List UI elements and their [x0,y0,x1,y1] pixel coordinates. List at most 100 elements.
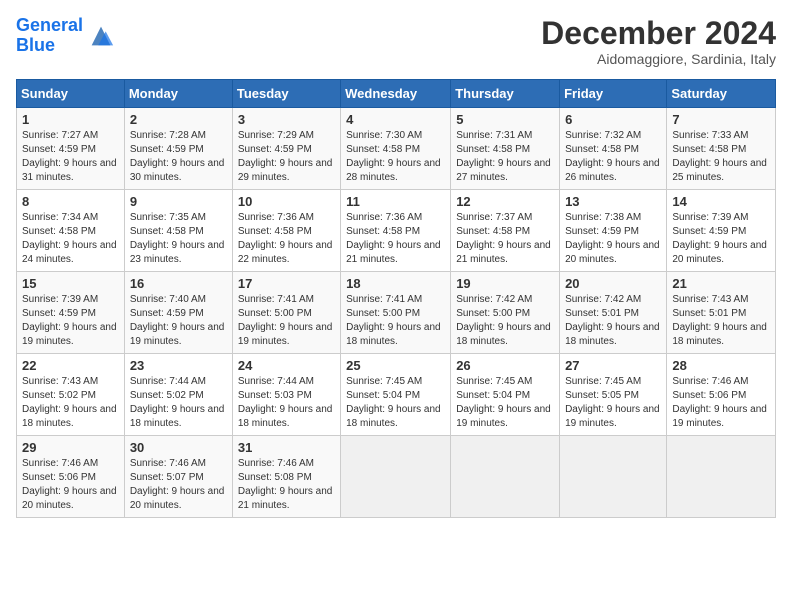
day-number: 24 [238,358,335,373]
logo-text: GeneralBlue [16,16,83,56]
day-detail: Sunrise: 7:31 AMSunset: 4:58 PMDaylight:… [456,130,551,183]
header-thursday: Thursday [451,80,560,108]
calendar-cell: 9 Sunrise: 7:35 AMSunset: 4:58 PMDayligh… [124,190,232,272]
day-number: 8 [22,194,119,209]
day-detail: Sunrise: 7:36 AMSunset: 4:58 PMDaylight:… [346,212,441,265]
day-number: 3 [238,112,335,127]
calendar-cell: 27 Sunrise: 7:45 AMSunset: 5:05 PMDaylig… [560,354,667,436]
day-detail: Sunrise: 7:45 AMSunset: 5:05 PMDaylight:… [565,376,660,429]
day-number: 17 [238,276,335,291]
day-number: 25 [346,358,445,373]
logo-icon [87,22,115,50]
day-number: 7 [672,112,770,127]
day-number: 19 [456,276,554,291]
calendar-cell [341,436,451,518]
day-detail: Sunrise: 7:43 AMSunset: 5:01 PMDaylight:… [672,294,767,347]
calendar-cell: 14 Sunrise: 7:39 AMSunset: 4:59 PMDaylig… [667,190,776,272]
header-saturday: Saturday [667,80,776,108]
day-number: 5 [456,112,554,127]
day-detail: Sunrise: 7:40 AMSunset: 4:59 PMDaylight:… [130,294,225,347]
day-detail: Sunrise: 7:36 AMSunset: 4:58 PMDaylight:… [238,212,333,265]
day-number: 30 [130,440,227,455]
calendar-cell: 21 Sunrise: 7:43 AMSunset: 5:01 PMDaylig… [667,272,776,354]
calendar-cell: 3 Sunrise: 7:29 AMSunset: 4:59 PMDayligh… [232,108,340,190]
day-detail: Sunrise: 7:28 AMSunset: 4:59 PMDaylight:… [130,130,225,183]
calendar-cell: 8 Sunrise: 7:34 AMSunset: 4:58 PMDayligh… [17,190,125,272]
calendar-week-row: 15 Sunrise: 7:39 AMSunset: 4:59 PMDaylig… [17,272,776,354]
day-detail: Sunrise: 7:32 AMSunset: 4:58 PMDaylight:… [565,130,660,183]
location: Aidomaggiore, Sardinia, Italy [541,51,776,67]
day-detail: Sunrise: 7:46 AMSunset: 5:07 PMDaylight:… [130,458,225,511]
month-title: December 2024 [541,16,776,51]
day-number: 12 [456,194,554,209]
calendar-cell: 24 Sunrise: 7:44 AMSunset: 5:03 PMDaylig… [232,354,340,436]
day-detail: Sunrise: 7:46 AMSunset: 5:06 PMDaylight:… [22,458,117,511]
calendar-cell: 7 Sunrise: 7:33 AMSunset: 4:58 PMDayligh… [667,108,776,190]
calendar-week-row: 29 Sunrise: 7:46 AMSunset: 5:06 PMDaylig… [17,436,776,518]
day-number: 26 [456,358,554,373]
calendar-cell: 31 Sunrise: 7:46 AMSunset: 5:08 PMDaylig… [232,436,340,518]
day-detail: Sunrise: 7:39 AMSunset: 4:59 PMDaylight:… [22,294,117,347]
day-detail: Sunrise: 7:37 AMSunset: 4:58 PMDaylight:… [456,212,551,265]
day-detail: Sunrise: 7:46 AMSunset: 5:08 PMDaylight:… [238,458,333,511]
day-number: 6 [565,112,661,127]
calendar-cell [451,436,560,518]
day-number: 13 [565,194,661,209]
day-detail: Sunrise: 7:39 AMSunset: 4:59 PMDaylight:… [672,212,767,265]
calendar-cell: 4 Sunrise: 7:30 AMSunset: 4:58 PMDayligh… [341,108,451,190]
logo: GeneralBlue [16,16,115,56]
calendar-cell: 25 Sunrise: 7:45 AMSunset: 5:04 PMDaylig… [341,354,451,436]
calendar-cell: 1 Sunrise: 7:27 AMSunset: 4:59 PMDayligh… [17,108,125,190]
calendar-cell: 12 Sunrise: 7:37 AMSunset: 4:58 PMDaylig… [451,190,560,272]
calendar-cell: 18 Sunrise: 7:41 AMSunset: 5:00 PMDaylig… [341,272,451,354]
header-monday: Monday [124,80,232,108]
day-number: 4 [346,112,445,127]
header-friday: Friday [560,80,667,108]
calendar-week-row: 8 Sunrise: 7:34 AMSunset: 4:58 PMDayligh… [17,190,776,272]
day-number: 9 [130,194,227,209]
calendar-cell: 22 Sunrise: 7:43 AMSunset: 5:02 PMDaylig… [17,354,125,436]
calendar-cell: 17 Sunrise: 7:41 AMSunset: 5:00 PMDaylig… [232,272,340,354]
day-number: 18 [346,276,445,291]
calendar-cell: 6 Sunrise: 7:32 AMSunset: 4:58 PMDayligh… [560,108,667,190]
day-number: 1 [22,112,119,127]
calendar-cell: 23 Sunrise: 7:44 AMSunset: 5:02 PMDaylig… [124,354,232,436]
day-detail: Sunrise: 7:29 AMSunset: 4:59 PMDaylight:… [238,130,333,183]
day-number: 14 [672,194,770,209]
calendar-table: SundayMondayTuesdayWednesdayThursdayFrid… [16,79,776,518]
calendar-cell: 28 Sunrise: 7:46 AMSunset: 5:06 PMDaylig… [667,354,776,436]
day-number: 31 [238,440,335,455]
day-detail: Sunrise: 7:43 AMSunset: 5:02 PMDaylight:… [22,376,117,429]
day-detail: Sunrise: 7:44 AMSunset: 5:03 PMDaylight:… [238,376,333,429]
calendar-cell: 15 Sunrise: 7:39 AMSunset: 4:59 PMDaylig… [17,272,125,354]
day-detail: Sunrise: 7:45 AMSunset: 5:04 PMDaylight:… [456,376,551,429]
calendar-cell: 11 Sunrise: 7:36 AMSunset: 4:58 PMDaylig… [341,190,451,272]
day-number: 2 [130,112,227,127]
day-number: 27 [565,358,661,373]
day-detail: Sunrise: 7:44 AMSunset: 5:02 PMDaylight:… [130,376,225,429]
day-number: 29 [22,440,119,455]
header-sunday: Sunday [17,80,125,108]
calendar-week-row: 1 Sunrise: 7:27 AMSunset: 4:59 PMDayligh… [17,108,776,190]
calendar-cell [667,436,776,518]
calendar-cell [560,436,667,518]
day-detail: Sunrise: 7:38 AMSunset: 4:59 PMDaylight:… [565,212,660,265]
day-number: 22 [22,358,119,373]
title-area: December 2024 Aidomaggiore, Sardinia, It… [541,16,776,67]
day-detail: Sunrise: 7:46 AMSunset: 5:06 PMDaylight:… [672,376,767,429]
calendar-header-row: SundayMondayTuesdayWednesdayThursdayFrid… [17,80,776,108]
calendar-cell: 20 Sunrise: 7:42 AMSunset: 5:01 PMDaylig… [560,272,667,354]
calendar-cell: 16 Sunrise: 7:40 AMSunset: 4:59 PMDaylig… [124,272,232,354]
day-number: 21 [672,276,770,291]
calendar-cell: 30 Sunrise: 7:46 AMSunset: 5:07 PMDaylig… [124,436,232,518]
calendar-cell: 5 Sunrise: 7:31 AMSunset: 4:58 PMDayligh… [451,108,560,190]
day-number: 16 [130,276,227,291]
calendar-cell: 13 Sunrise: 7:38 AMSunset: 4:59 PMDaylig… [560,190,667,272]
header-tuesday: Tuesday [232,80,340,108]
day-number: 28 [672,358,770,373]
day-number: 10 [238,194,335,209]
calendar-week-row: 22 Sunrise: 7:43 AMSunset: 5:02 PMDaylig… [17,354,776,436]
day-number: 15 [22,276,119,291]
day-detail: Sunrise: 7:27 AMSunset: 4:59 PMDaylight:… [22,130,117,183]
day-detail: Sunrise: 7:34 AMSunset: 4:58 PMDaylight:… [22,212,117,265]
